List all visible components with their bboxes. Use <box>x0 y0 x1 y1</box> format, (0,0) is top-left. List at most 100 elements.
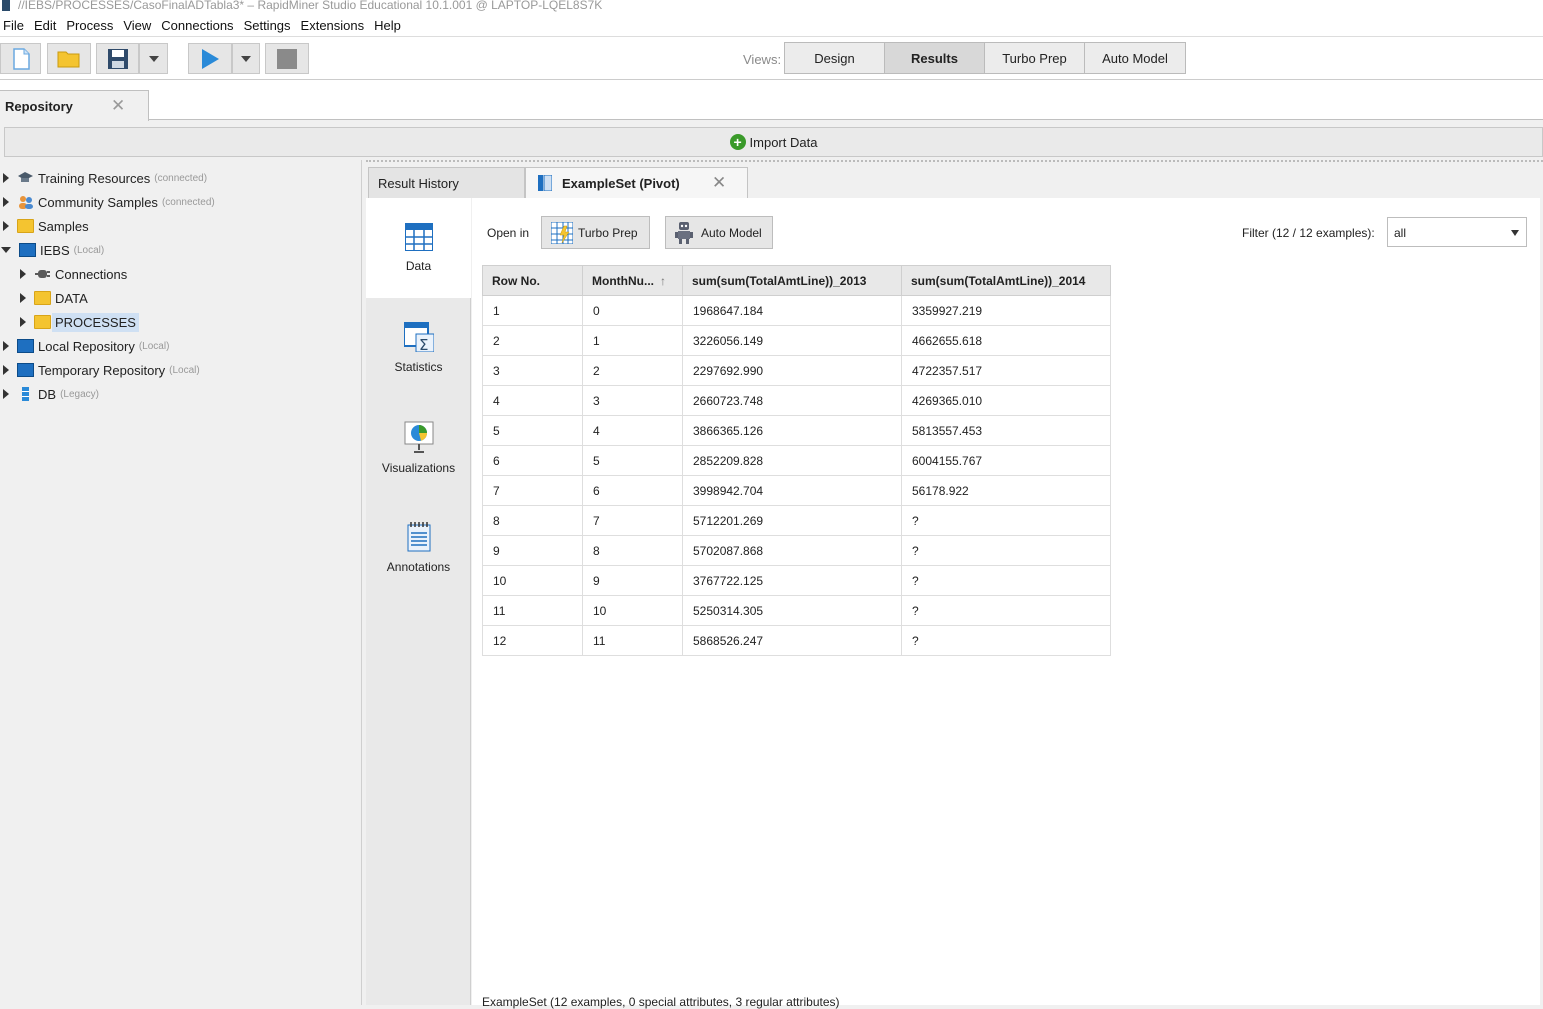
filter-label: Filter (12 / 12 examples): <box>1242 226 1375 240</box>
nav-label: Annotations <box>386 560 451 574</box>
table-row[interactable]: 11 10 5250314.305? <box>482 595 1111 626</box>
nav-label: Statistics <box>394 360 443 374</box>
table-cell: 2297692.990 <box>682 355 902 386</box>
new-process-button[interactable] <box>0 43 41 74</box>
open-process-button[interactable] <box>47 43 91 74</box>
expand-arrow-icon[interactable] <box>3 341 9 351</box>
tree-item-connections[interactable]: Connections <box>20 264 127 284</box>
menu-file[interactable]: File <box>3 18 24 33</box>
menu-settings[interactable]: Settings <box>244 18 291 33</box>
table-cell: 3226056.149 <box>682 325 902 356</box>
menu-view[interactable]: View <box>123 18 151 33</box>
expand-arrow-icon[interactable] <box>3 197 9 207</box>
table-row[interactable]: 6 5 2852209.828 6004155.767 <box>482 445 1111 476</box>
tree-item-community-samples[interactable]: Community Samples (connected) <box>3 192 215 212</box>
result-view-nav: Data Σ Statistics Visualizations Annotat… <box>366 198 471 1005</box>
nav-data[interactable]: Data <box>366 198 471 298</box>
close-icon[interactable]: ✕ <box>712 173 726 193</box>
table-row[interactable]: 9 8 5702087.868? <box>482 535 1111 566</box>
column-header-row-no[interactable]: Row No. <box>482 265 583 296</box>
nav-annotations[interactable]: Annotations <box>366 498 471 598</box>
repository-tab[interactable]: Repository ✕ <box>0 90 149 121</box>
tree-item-temporary-repository[interactable]: Temporary Repository (Local) <box>3 360 200 380</box>
tab-label: ExampleSet (Pivot) <box>562 175 680 191</box>
table-cell: 11 <box>482 595 583 626</box>
column-header-sum-2013[interactable]: sum(sum(TotalAmtLine))_2013 <box>682 265 902 296</box>
view-tab-auto-model[interactable]: Auto Model <box>1085 43 1185 73</box>
table-row[interactable]: 10 9 3767722.125? <box>482 565 1111 596</box>
view-tab-results[interactable]: Results <box>885 43 985 73</box>
tab-result-history[interactable]: Result History <box>368 167 525 198</box>
tree-item-db[interactable]: DB (Legacy) <box>3 384 99 404</box>
table-cell: 6 <box>582 475 683 506</box>
table-cell: 2 <box>582 355 683 386</box>
import-data-button[interactable]: + Import Data <box>4 127 1543 157</box>
expand-arrow-icon[interactable] <box>3 173 9 183</box>
save-process-button[interactable] <box>96 43 139 74</box>
column-header-monthnum[interactable]: MonthNu... ↑ <box>582 265 683 296</box>
table-row[interactable]: 12 11 5868526.247? <box>482 625 1111 656</box>
new-file-icon <box>12 47 30 70</box>
save-icon <box>107 48 128 69</box>
run-dropdown-button[interactable] <box>232 43 260 74</box>
tree-item-status: (Local) <box>73 244 105 256</box>
table-row[interactable]: 1 0 1968647.184 3359927.219 <box>482 295 1111 326</box>
open-auto-model-button[interactable]: Auto Model <box>665 216 773 249</box>
expand-arrow-icon[interactable] <box>20 269 26 279</box>
tree-item-samples[interactable]: Samples <box>3 216 89 236</box>
open-turbo-prep-button[interactable]: Turbo Prep <box>541 216 650 249</box>
menu-process[interactable]: Process <box>66 18 113 33</box>
repository-tree: Training Resources (connected) Community… <box>0 160 362 1005</box>
repository-tab-label: Repository <box>5 99 73 114</box>
tree-item-iebs[interactable]: IEBS (Local) <box>1 240 104 260</box>
table-row[interactable]: 8 7 5712201.269? <box>482 505 1111 536</box>
tree-item-processes[interactable]: PROCESSES <box>20 312 139 332</box>
expand-arrow-icon[interactable] <box>3 389 9 399</box>
menu-help[interactable]: Help <box>374 18 401 33</box>
table-cell: 5813557.453 <box>901 415 1111 446</box>
collapse-arrow-icon[interactable] <box>1 247 11 253</box>
expand-arrow-icon[interactable] <box>3 365 9 375</box>
close-icon[interactable]: ✕ <box>111 96 125 116</box>
table-cell: 5 <box>582 445 683 476</box>
table-row[interactable]: 4 3 2660723.748 4269365.010 <box>482 385 1111 416</box>
menu-edit[interactable]: Edit <box>34 18 56 33</box>
table-cell: 3767722.125 <box>682 565 902 596</box>
menu-extensions[interactable]: Extensions <box>301 18 365 33</box>
results-panel: Result History ExampleSet (Pivot) ✕ Data… <box>366 160 1543 1009</box>
window-title-bar: //IEBS/PROCESSES/CasoFinalADTabla3* – Ra… <box>0 0 1543 14</box>
button-label: Auto Model <box>701 225 762 240</box>
table-row[interactable]: 3 2 2297692.990 4722357.517 <box>482 355 1111 386</box>
run-process-button[interactable] <box>188 43 232 74</box>
view-tab-design[interactable]: Design <box>785 43 885 73</box>
expand-arrow-icon[interactable] <box>20 293 26 303</box>
tree-item-data[interactable]: DATA <box>20 288 88 308</box>
filter-select[interactable]: all <box>1387 217 1527 247</box>
expand-arrow-icon[interactable] <box>20 317 26 327</box>
tree-item-local-repository[interactable]: Local Repository (Local) <box>3 336 169 356</box>
table-row[interactable]: 7 6 3998942.704 56178.922 <box>482 475 1111 506</box>
tab-exampleset-pivot[interactable]: ExampleSet (Pivot) ✕ <box>525 167 748 198</box>
table-row[interactable]: 5 4 3866365.126 5813557.453 <box>482 415 1111 446</box>
import-data-label: Import Data <box>749 134 818 150</box>
expand-arrow-icon[interactable] <box>3 221 9 231</box>
data-view: Open in Turbo Prep Auto Model Filter (12… <box>472 198 1540 1009</box>
nav-statistics[interactable]: Σ Statistics <box>366 298 471 398</box>
tab-label: Result History <box>378 175 459 191</box>
menu-connections[interactable]: Connections <box>161 18 233 33</box>
table-cell: 8 <box>582 535 683 566</box>
stop-process-button[interactable] <box>265 43 309 74</box>
tree-item-label: Connections <box>55 266 128 282</box>
nav-visualizations[interactable]: Visualizations <box>366 398 471 498</box>
view-tab-turbo-prep[interactable]: Turbo Prep <box>985 43 1085 73</box>
table-cell: ? <box>901 595 1111 626</box>
example-set-table: Row No. MonthNu... ↑ sum(sum(TotalAmtLine… <box>482 265 1111 656</box>
save-dropdown-button[interactable] <box>139 43 168 74</box>
tree-item-training-resources[interactable]: Training Resources (connected) <box>3 168 207 188</box>
nav-label: Data <box>405 259 432 273</box>
table-row[interactable]: 2 1 3226056.149 4662655.618 <box>482 325 1111 356</box>
table-cell: 8 <box>482 505 583 536</box>
column-header-sum-2014[interactable]: sum(sum(TotalAmtLine))_2014 <box>901 265 1111 296</box>
tree-item-status: (Local) <box>169 364 200 376</box>
table-cell: 2 <box>482 325 583 356</box>
